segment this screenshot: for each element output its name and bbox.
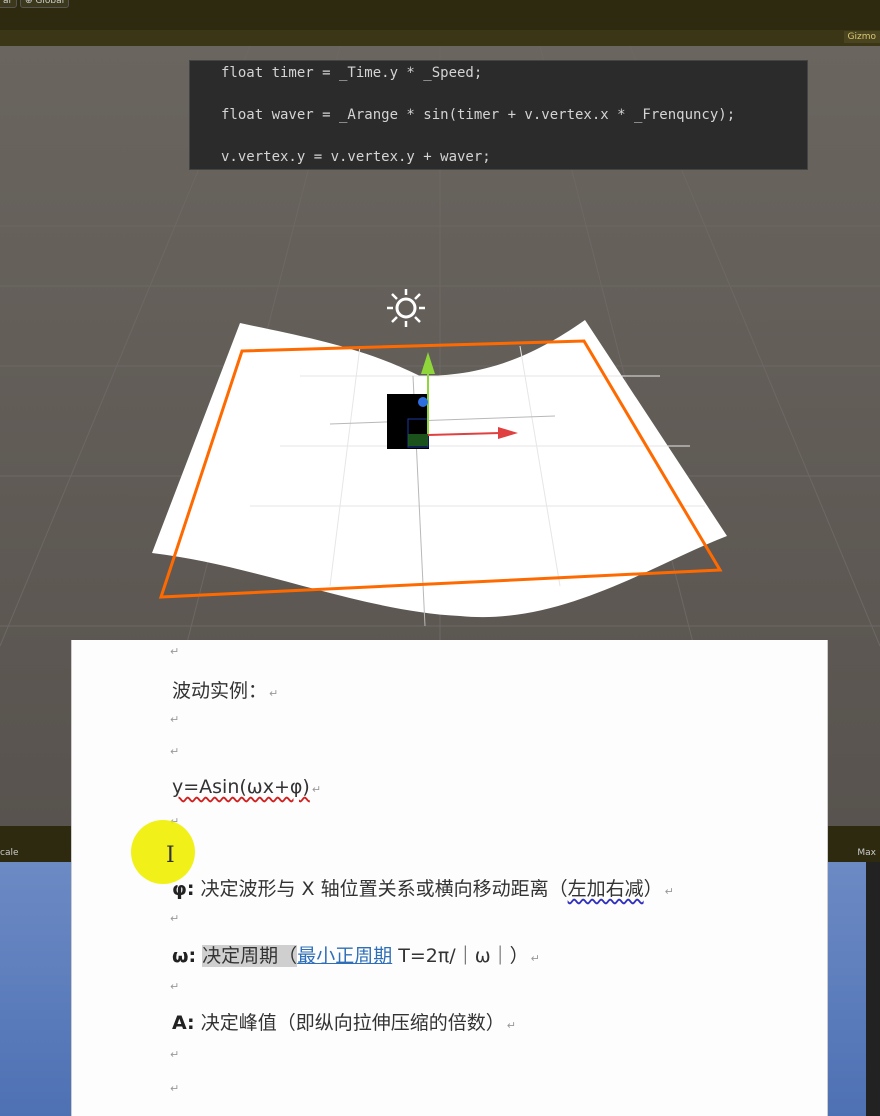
return-mark: ↵ [506,1019,516,1032]
global-toggle-button[interactable]: ⊕ Global [20,0,70,8]
return-mark: ↵ [170,980,180,993]
return-mark: ↵ [664,885,674,898]
omega-highlight-text: 决定周期（ [202,945,298,967]
gizmo-plane-handle-green [408,434,428,446]
return-mark: ↵ [170,1082,180,1095]
maximize-on-play-label[interactable]: Max [857,848,876,858]
game-view-edge [866,862,880,1116]
toolbar-button-left[interactable]: ar [0,0,18,8]
doc-heading-text: 波动实例： [172,680,268,702]
gizmos-button[interactable]: Gizmo [843,31,880,43]
omega-link[interactable]: 最小正周期 [297,945,392,967]
code-line-waver: float waver = _Arange * sin(timer + v.ve… [221,107,736,123]
omega-symbol: ω: [172,945,197,967]
doc-heading: 波动实例： ↵ [172,676,278,703]
doc-a-line: A: 决定峰值（即纵向拉伸压缩的倍数） ↵ [172,1008,516,1035]
code-line-timer: float timer = _Time.y * _Speed; [221,65,483,81]
scale-slider-label[interactable]: cale [0,848,19,858]
code-line-vertex: v.vertex.y = v.vertex.y + waver; [221,149,491,165]
return-mark: ↵ [170,1048,180,1061]
return-mark: ↵ [530,952,540,965]
phi-text-post: ） [643,878,663,900]
return-mark: ↵ [170,713,180,726]
doc-omega-line: ω: 决定周期（最小正周期 T=2π/｜ω｜） ↵ [172,941,540,968]
text-cursor-icon: I [166,843,175,868]
return-mark: ↵ [311,783,322,796]
return-mark: ↵ [170,745,180,758]
unity-toolbar: ar ⊕ Global [0,0,880,31]
scene-view-header [0,30,880,46]
phi-text-squiggle: 左加右减 [567,878,644,900]
formula-text: y=Asin(ωx+φ) [172,776,310,798]
gizmo-z-handle [418,397,428,407]
document-page-overlay: ↵ 波动实例：↵ ↵ ↵ y=Asin(ωx+φ)↵ ↵ φ: 决定波形与 X … [71,640,828,1116]
a-symbol: A: [172,1012,195,1034]
return-mark: ↵ [170,912,180,925]
a-text: 决定峰值（即纵向拉伸压缩的倍数） [194,1012,505,1034]
doc-formula: y=Asin(ωx+φ) ↵ [172,776,321,798]
return-mark: ↵ [269,687,279,700]
cursor-highlight-circle [131,820,195,884]
code-snippet-overlay: float timer = _Time.y * _Speed; float wa… [189,60,808,170]
phi-text-pre: 决定波形与 X 轴位置关系或横向移动距离（ [194,878,568,900]
return-mark: ↵ [170,645,180,658]
omega-post: T=2π/｜ω｜） [392,945,529,967]
doc-phi-line: φ: 决定波形与 X 轴位置关系或横向移动距离（左加右减） ↵ [172,874,674,901]
